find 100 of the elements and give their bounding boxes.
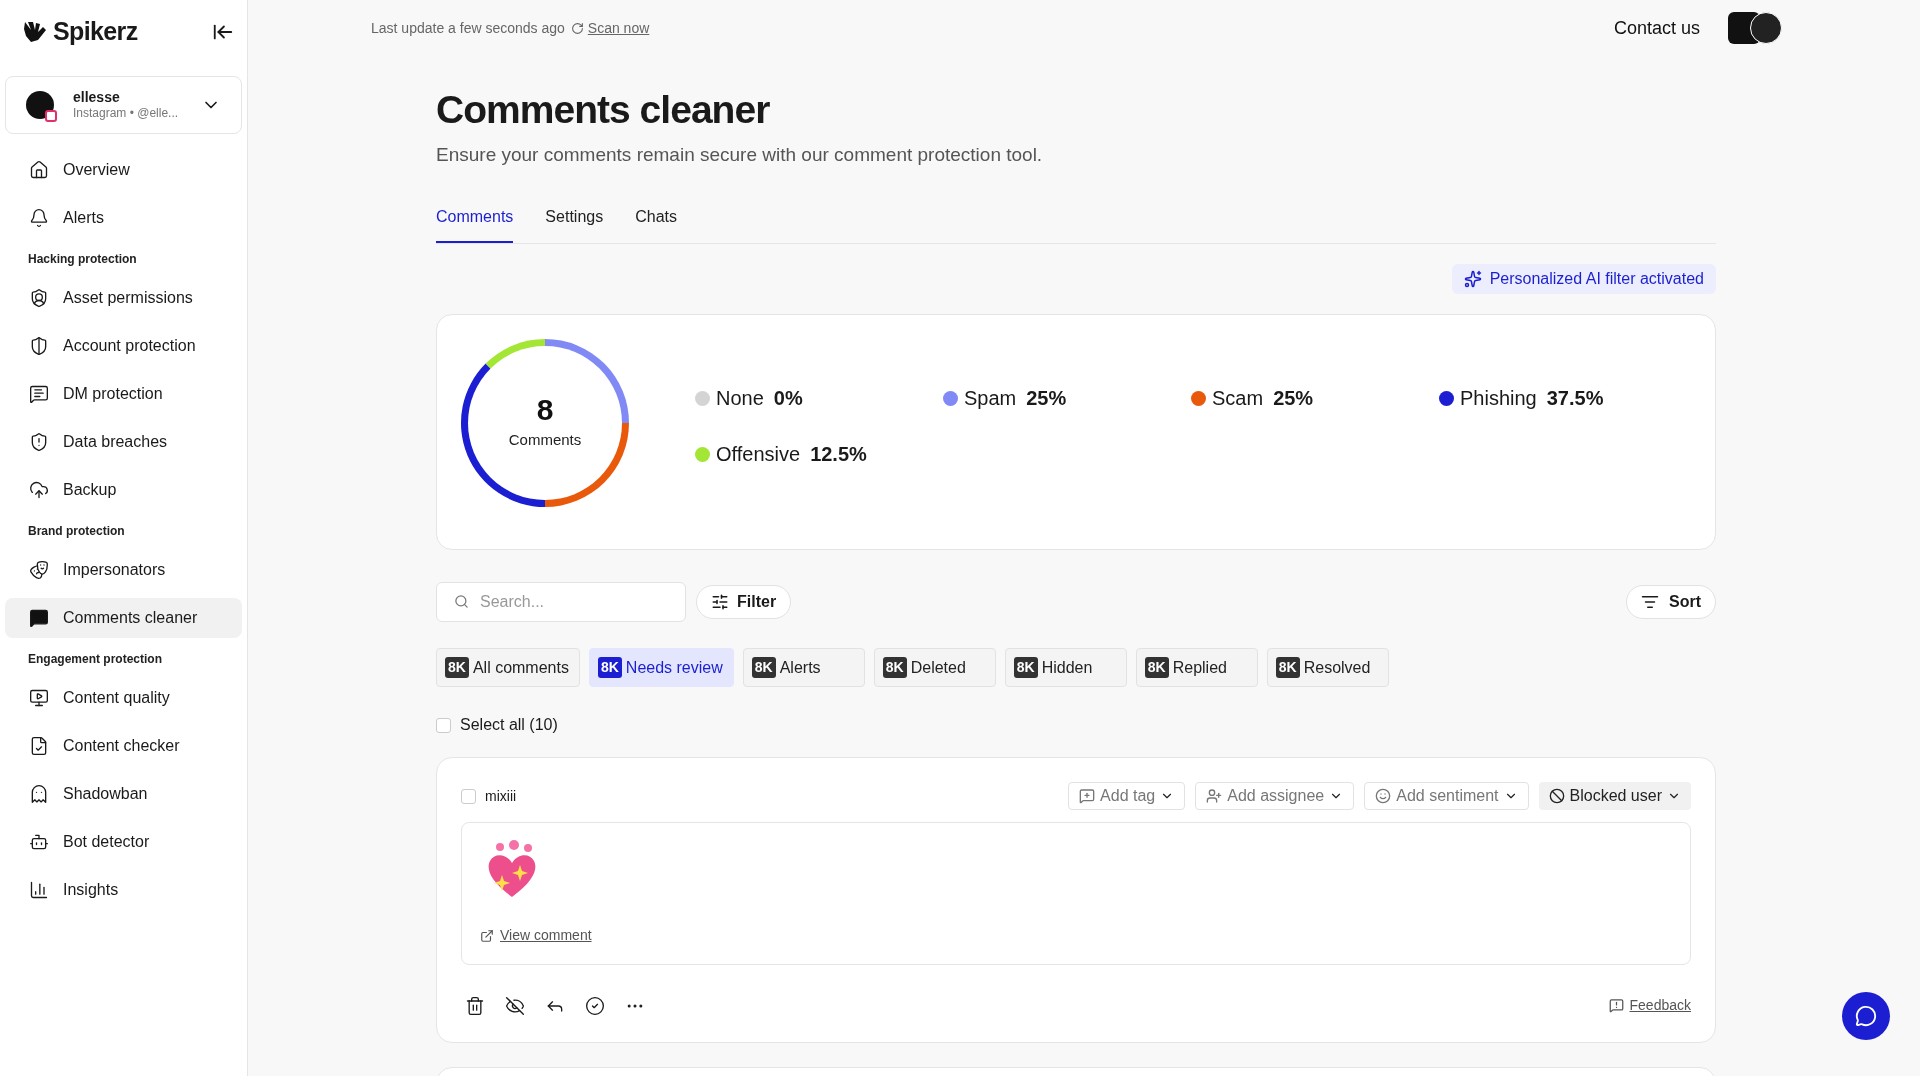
nav-item[interactable]: Alerts: [5, 198, 242, 238]
legend-value: 37.5%: [1546, 386, 1604, 412]
comment-checkbox[interactable]: [461, 788, 476, 804]
legend-value: 0%: [773, 386, 803, 412]
legend-label: Offensive: [716, 442, 801, 468]
filter-chip[interactable]: 8K All comments: [436, 648, 580, 688]
nav-item[interactable]: Backup: [5, 470, 242, 510]
chat-icon: [1855, 1005, 1877, 1027]
legend-label: Phishing: [1460, 386, 1537, 412]
filter-chip[interactable]: 8K Replied: [1135, 648, 1258, 688]
filter-chip[interactable]: 8K Deleted: [873, 648, 996, 688]
scan-now-link[interactable]: Scan now: [587, 17, 650, 39]
bell-icon: [29, 208, 49, 228]
nav-item[interactable]: Content checker: [5, 726, 242, 766]
nav-item[interactable]: Asset permissions: [5, 278, 242, 318]
nav-item[interactable]: Shadowban: [5, 774, 242, 814]
dropdown-button[interactable]: Add sentiment: [1364, 782, 1529, 811]
filter-chip[interactable]: 8K Alerts: [742, 648, 865, 688]
comment-author: mixiii: [485, 786, 517, 806]
ghost-icon: [29, 784, 49, 804]
logo-text: Spikerz: [53, 16, 138, 48]
total-count: 8: [536, 395, 554, 425]
nav-item[interactable]: Account protection: [5, 326, 242, 366]
select-all-label: Select all (10): [460, 715, 558, 736]
nav-section-heading: Brand protection: [27, 523, 126, 540]
blocked-icon: [1548, 788, 1565, 805]
contact-us-link[interactable]: Contact us: [1613, 14, 1700, 42]
instagram-badge-icon: [45, 110, 57, 122]
legend-label: None: [716, 386, 764, 412]
dropdown-button[interactable]: Blocked user: [1538, 782, 1691, 811]
shield-alert-icon: [29, 432, 49, 452]
smiley-icon: [1375, 788, 1392, 805]
legend-value: 25%: [1026, 386, 1067, 412]
message-list-icon: [29, 384, 49, 404]
masks-icon: [29, 560, 49, 580]
select-all-checkbox[interactable]: [436, 717, 451, 733]
home-icon: [29, 160, 49, 180]
nav-item[interactable]: Content quality: [5, 678, 242, 718]
tab[interactable]: Comments: [436, 205, 514, 244]
count-badge: 8K: [882, 657, 907, 679]
feedback-link[interactable]: Feedback: [1629, 995, 1691, 1017]
check-circle-icon[interactable]: [585, 995, 605, 1016]
nav-item[interactable]: Bot detector: [5, 822, 242, 862]
tab[interactable]: Chats: [635, 205, 677, 244]
view-comment-link[interactable]: View comment: [500, 925, 592, 947]
external-link-icon: [480, 928, 494, 943]
nav-item[interactable]: Data breaches: [5, 422, 242, 462]
filter-chip[interactable]: 8K Needs review: [588, 648, 734, 688]
legend-label: Spam: [964, 386, 1017, 412]
user-plus-icon: [1206, 788, 1223, 805]
nav-section-heading: Hacking protection: [27, 251, 138, 268]
checklist-icon: [29, 736, 49, 756]
page-title: Comments cleaner: [436, 87, 771, 133]
filter-button[interactable]: Filter: [696, 585, 792, 620]
ai-filter-badge: Personalized AI filter activated: [1451, 264, 1716, 295]
count-badge: 8K: [1013, 657, 1038, 679]
nav-item[interactable]: DM protection: [5, 374, 242, 414]
count-badge: 8K: [1144, 657, 1169, 679]
tab[interactable]: Settings: [545, 205, 604, 244]
sliders-icon: [711, 593, 729, 612]
filter-chip[interactable]: 8K Resolved: [1266, 648, 1389, 688]
search-icon: [454, 594, 469, 610]
chat-bubble-icon: [29, 608, 49, 628]
tag-icon: [1079, 788, 1096, 805]
chat-launcher-button[interactable]: [1842, 992, 1890, 1040]
nav-item[interactable]: Comments cleaner: [5, 598, 242, 638]
nav-item[interactable]: Impersonators: [5, 550, 242, 590]
sort-button[interactable]: Sort: [1626, 585, 1716, 620]
hand-logo-icon: [23, 20, 49, 44]
trash-icon[interactable]: [465, 995, 485, 1016]
count-badge: 8K: [1275, 657, 1300, 679]
eye-off-icon[interactable]: [505, 995, 525, 1016]
account-avatar[interactable]: [1750, 12, 1782, 44]
shield-icon: [29, 336, 49, 356]
feedback-icon: [1608, 998, 1624, 1014]
nav-item[interactable]: Overview: [5, 150, 242, 190]
shield-user-icon: [29, 288, 49, 308]
image-monitor-icon: [29, 688, 49, 708]
nav-section-heading: Engagement protection: [27, 651, 163, 668]
count-badge: 8K: [445, 657, 469, 679]
robot-icon: [29, 832, 49, 852]
dropdown-button[interactable]: Add assignee: [1195, 782, 1355, 811]
legend-value: 25%: [1273, 386, 1314, 412]
account-switcher[interactable]: ellesse Instagram • @elle...: [5, 76, 242, 134]
account-avatar: [26, 91, 54, 119]
search-field[interactable]: Search...: [436, 582, 686, 623]
count-badge: 8K: [597, 657, 622, 679]
sparkles-icon: [1463, 270, 1482, 289]
count-badge: 8K: [751, 657, 776, 679]
page-subtitle: Ensure your comments remain secure with our comment protection tool.: [436, 142, 1044, 167]
last-update-text: Last update a few seconds ago: [371, 18, 565, 38]
legend-label: Scam: [1212, 386, 1264, 412]
nav-item[interactable]: Insights: [5, 870, 242, 910]
total-label: Comments: [508, 430, 582, 450]
filter-chip[interactable]: 8K Hidden: [1004, 648, 1127, 688]
legend-value: 12.5%: [810, 442, 867, 468]
bar-chart-icon: [29, 880, 49, 900]
cloud-upload-icon: [29, 480, 49, 500]
refresh-icon: [570, 21, 584, 35]
dropdown-button[interactable]: Add tag: [1068, 782, 1186, 811]
